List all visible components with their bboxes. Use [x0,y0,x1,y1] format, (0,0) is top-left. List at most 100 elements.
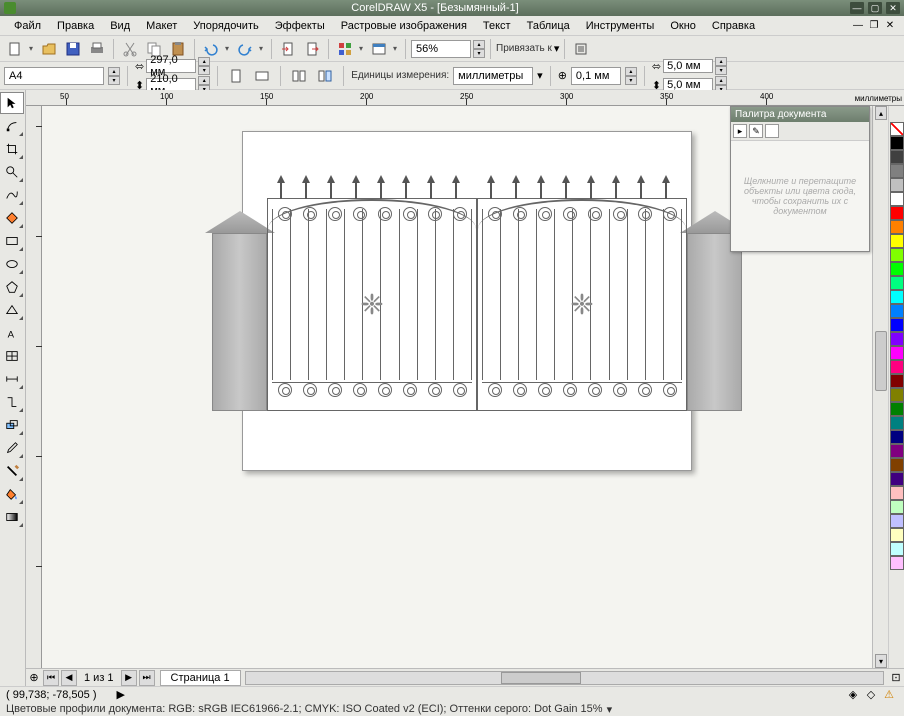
warning-icon[interactable]: ⚠ [882,688,896,702]
hscroll-thumb[interactable] [501,672,581,684]
scroll-up-button[interactable]: ▴ [875,106,887,120]
tool-interactive[interactable] [0,414,24,436]
tool-interactive-fill[interactable] [0,506,24,528]
snap-dropdown[interactable]: ▾ [554,42,560,55]
color-swatch[interactable] [890,262,904,276]
zoom-field[interactable]: 56% [411,40,471,58]
tool-rectangle[interactable] [0,230,24,252]
new-button[interactable] [4,38,26,60]
tool-text[interactable]: A [0,322,24,344]
color-swatch[interactable] [890,472,904,486]
page-width-field[interactable]: 297,0 мм [146,59,196,73]
color-swatch[interactable] [890,500,904,514]
scroll-down-button[interactable]: ▾ [875,654,887,668]
menu-text[interactable]: Текст [475,20,519,32]
units-dropdown-arrow[interactable]: ▾ [537,69,543,82]
zoom-down[interactable]: ▾ [473,49,485,58]
color-swatch[interactable] [890,528,904,542]
menu-layout[interactable]: Макет [138,20,185,32]
open-button[interactable] [38,38,60,60]
landscape-button[interactable] [251,65,273,87]
add-page-icon[interactable]: ⊕ [26,670,42,686]
menu-tools[interactable]: Инструменты [578,20,663,32]
tool-outline[interactable] [0,460,24,482]
tool-polygon[interactable] [0,276,24,298]
mdi-minimize-button[interactable]: — [850,19,866,33]
vertical-scrollbar[interactable]: ▴ ▾ [872,106,888,668]
navigator-icon[interactable]: ⊡ [888,670,904,686]
menu-window[interactable]: Окно [662,20,704,32]
print-button[interactable] [86,38,108,60]
close-button[interactable]: ✕ [886,2,900,14]
tool-freehand[interactable] [0,184,24,206]
redo-dropdown[interactable]: ▾ [256,38,266,60]
color-swatch[interactable] [890,276,904,290]
menu-file[interactable]: Файл [6,20,49,32]
mdi-close-button[interactable]: ✕ [882,19,898,33]
menu-edit[interactable]: Правка [49,20,102,32]
color-swatch[interactable] [890,514,904,528]
color-swatch[interactable] [890,248,904,262]
options-button[interactable] [570,38,592,60]
color-swatch[interactable] [890,556,904,570]
prev-page-button[interactable]: ◀ [61,670,77,686]
app-launcher-button[interactable] [334,38,356,60]
tool-smart-fill[interactable] [0,207,24,229]
all-pages-button[interactable] [288,65,310,87]
color-swatch[interactable] [890,164,904,178]
color-swatch[interactable] [890,374,904,388]
units-select[interactable]: миллиметры [453,67,533,85]
no-fill-swatch[interactable] [890,122,904,136]
welcome-dropdown[interactable]: ▾ [390,38,400,60]
color-swatch[interactable] [890,150,904,164]
vscroll-thumb[interactable] [875,331,887,391]
nudge-field[interactable]: 0,1 мм [571,67,621,85]
page-tab[interactable]: Страница 1 [160,670,241,686]
app-launcher-dropdown[interactable]: ▾ [356,38,366,60]
new-dropdown[interactable]: ▾ [26,38,36,60]
document-palette-docker[interactable]: Палитра документа ▸ ✎ Щелкните и перетащ… [730,106,870,252]
first-page-button[interactable]: ⏮ [43,670,59,686]
color-swatch[interactable] [890,332,904,346]
welcome-button[interactable] [368,38,390,60]
tool-ellipse[interactable] [0,253,24,275]
tool-crop[interactable] [0,138,24,160]
color-swatch[interactable] [890,430,904,444]
color-swatch[interactable] [890,542,904,556]
menu-effects[interactable]: Эффекты [267,20,333,32]
mdi-restore-button[interactable]: ❐ [866,19,882,33]
color-swatch[interactable] [890,290,904,304]
paper-size-select[interactable]: A4 [4,67,104,85]
color-swatch[interactable] [890,346,904,360]
last-page-button[interactable]: ⏭ [139,670,155,686]
profile-dropdown[interactable]: ▾ [607,703,613,716]
vertical-ruler[interactable] [26,106,42,668]
color-swatch[interactable] [890,416,904,430]
export-button[interactable] [301,38,323,60]
docker-title[interactable]: Палитра документа [731,107,869,122]
import-button[interactable] [277,38,299,60]
maximize-button[interactable]: ▢ [868,2,882,14]
color-swatch[interactable] [890,234,904,248]
menu-help[interactable]: Справка [704,20,763,32]
save-button[interactable] [62,38,84,60]
next-page-button[interactable]: ▶ [121,670,137,686]
tool-connector[interactable] [0,391,24,413]
color-swatch[interactable] [890,318,904,332]
fill-indicator-icon[interactable]: ◈ [846,688,860,702]
horizontal-scrollbar[interactable] [245,671,884,685]
current-page-button[interactable] [314,65,336,87]
eyedropper-icon[interactable]: ✎ [749,124,763,138]
color-swatch[interactable] [890,444,904,458]
horizontal-ruler[interactable]: миллиметры 50100150200250300350400 [26,90,904,106]
tool-table[interactable] [0,345,24,367]
color-swatch[interactable] [890,360,904,374]
tool-pick[interactable] [0,92,24,114]
gate-artwork[interactable]: ❈ ❈ [212,186,742,411]
color-swatch[interactable] [890,136,904,150]
tool-shape[interactable] [0,115,24,137]
portrait-button[interactable] [225,65,247,87]
docker-menu-button[interactable]: ▸ [733,124,747,138]
color-swatch[interactable] [890,402,904,416]
tool-basic-shapes[interactable] [0,299,24,321]
